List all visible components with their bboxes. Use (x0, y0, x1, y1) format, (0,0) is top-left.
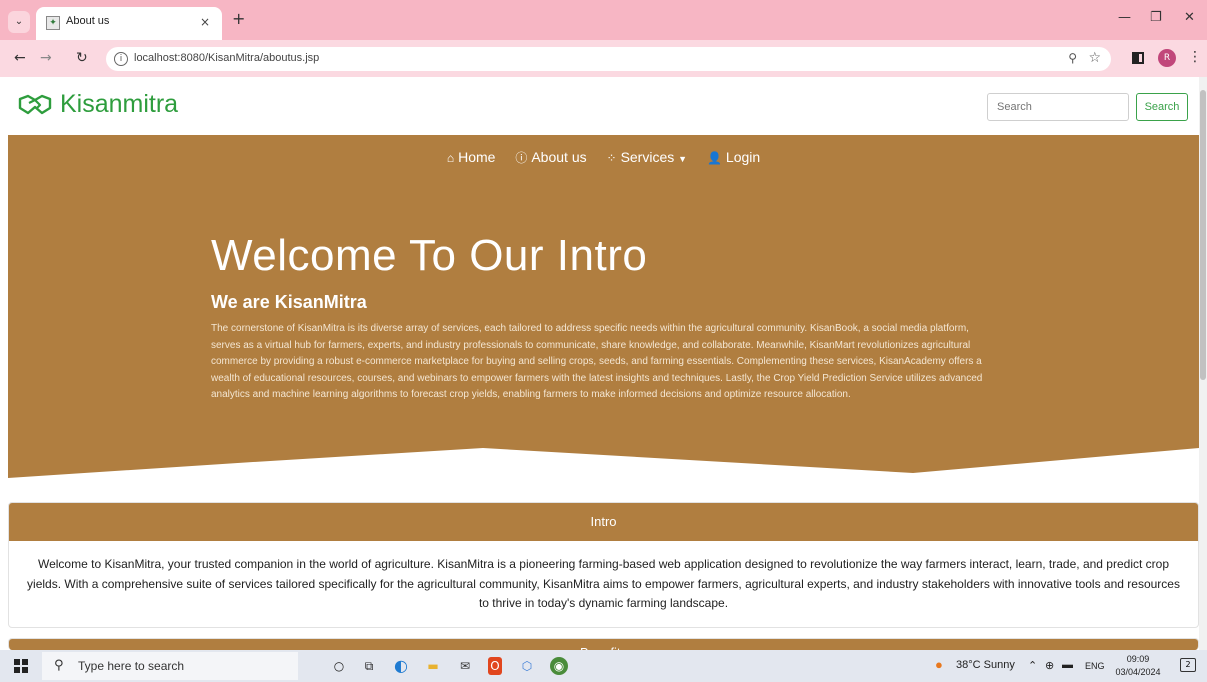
site-header: Kisanmitra Search (0, 77, 1207, 135)
nav-services[interactable]: ⁘ Services ▼ (607, 149, 688, 165)
hero-background (8, 135, 1199, 478)
mail-icon[interactable]: ✉ (456, 657, 474, 675)
windows-start-icon[interactable] (14, 659, 28, 673)
favicon-icon: ✦ (46, 16, 60, 30)
clock-time: 09:09 (1126, 654, 1150, 664)
app-hexagon-icon[interactable]: ⬡ (518, 657, 536, 675)
browser-tab-bar: ⌄ ✦ About us × + — ❐ ✕ (0, 0, 1207, 40)
info-icon: ⓘ (515, 151, 528, 165)
weather-text[interactable]: 38°C Sunny (956, 659, 1015, 671)
search-icon: ⚲ (54, 658, 64, 673)
hero-subtitle: We are KisanMitra (211, 292, 367, 312)
nav-about-label: About us (531, 149, 587, 165)
site-search-button[interactable]: Search (1136, 93, 1188, 121)
window-close-icon[interactable]: ✕ (1184, 10, 1195, 25)
browser-tab[interactable]: ✦ About us × (36, 7, 222, 40)
windows-taskbar: ⚲ Type here to search ○ ⧉ ◐ ▬ ✉ O ⬡ ◉ ● … (0, 650, 1207, 682)
forward-icon[interactable]: → (40, 51, 52, 65)
nav-login-label: Login (725, 149, 761, 165)
office-icon[interactable]: O (488, 657, 502, 675)
site-search-input[interactable] (987, 93, 1129, 121)
nav-services-label: Services (620, 149, 675, 165)
handshake-logo-icon (18, 94, 52, 115)
intro-heading: Intro (9, 503, 1198, 541)
nav-login[interactable]: 👤 Login (707, 149, 760, 165)
brand-name[interactable]: Kisanmitra (60, 90, 178, 119)
zoom-icon[interactable]: ⚲ (1068, 51, 1077, 65)
main-nav: ⌂ Home ⓘ About us ⁘ Services ▼ 👤 Login (8, 149, 1199, 166)
clock[interactable]: 09:09 03/04/2024 (1112, 653, 1164, 679)
hero-paragraph: The cornerstone of KisanMitra is its div… (211, 323, 983, 401)
tray-chevron-icon[interactable]: ⌃ (1028, 659, 1037, 672)
nav-home-label: Home (458, 149, 496, 165)
intro-card: Intro Welcome to KisanMitra, your truste… (8, 502, 1199, 628)
chrome-icon[interactable]: ◉ (550, 657, 568, 675)
tab-search-chevron-icon[interactable]: ⌄ (8, 11, 30, 33)
user-plus-icon: 👤 (706, 151, 722, 165)
nav-about[interactable]: ⓘ About us (515, 149, 586, 165)
weather-icon[interactable]: ● (935, 657, 943, 672)
scrollbar-thumb[interactable] (1200, 90, 1206, 380)
tab-title: About us (66, 15, 110, 27)
taskbar-search[interactable]: ⚲ Type here to search (42, 652, 298, 680)
benefits-heading: Benefits (9, 639, 1198, 650)
address-bar-row: ← → ↻ i localhost:8080/KisanMitra/aboutu… (0, 40, 1207, 77)
spinner-icon: ⁘ (606, 151, 617, 165)
browser-menu-icon[interactable]: ⋮ (1188, 49, 1202, 65)
file-explorer-icon[interactable]: ▬ (424, 657, 442, 675)
edge-icon[interactable]: ◐ (392, 657, 410, 675)
reload-icon[interactable]: ↻ (76, 51, 88, 65)
site-info-icon[interactable]: i (114, 52, 128, 66)
back-icon[interactable]: ← (14, 51, 26, 65)
restore-icon[interactable]: ❐ (1150, 10, 1162, 25)
cortana-icon[interactable]: ○ (330, 657, 348, 675)
omnibox[interactable]: i localhost:8080/KisanMitra/aboutus.jsp … (106, 47, 1111, 71)
minimize-icon[interactable]: — (1118, 10, 1131, 25)
bookmark-star-icon[interactable]: ☆ (1088, 50, 1101, 66)
intro-body: Welcome to KisanMitra, your trusted comp… (27, 557, 1180, 610)
notification-icon[interactable]: 2 (1180, 658, 1196, 672)
task-view-icon[interactable]: ⧉ (360, 657, 378, 675)
battery-icon[interactable]: ▬ (1062, 659, 1073, 671)
tab-close-icon[interactable]: × (200, 15, 210, 29)
nav-home[interactable]: ⌂ Home (447, 149, 496, 165)
clock-date: 03/04/2024 (1115, 667, 1161, 677)
benefits-card: Benefits (8, 638, 1199, 650)
profile-avatar[interactable]: R (1158, 49, 1176, 67)
caret-down-icon: ▼ (678, 154, 688, 164)
network-icon[interactable]: ⊕ (1045, 659, 1054, 672)
taskbar-search-placeholder: Type here to search (78, 659, 185, 673)
hero-title: Welcome To Our Intro (211, 231, 648, 280)
new-tab-button[interactable]: + (232, 11, 245, 27)
language-indicator[interactable]: ENG (1085, 661, 1105, 671)
url-text[interactable]: localhost:8080/KisanMitra/aboutus.jsp (134, 52, 319, 64)
home-icon: ⌂ (446, 151, 455, 165)
side-panel-icon[interactable] (1132, 52, 1144, 64)
hero-section: ⌂ Home ⓘ About us ⁘ Services ▼ 👤 Login Welco… (8, 135, 1199, 480)
